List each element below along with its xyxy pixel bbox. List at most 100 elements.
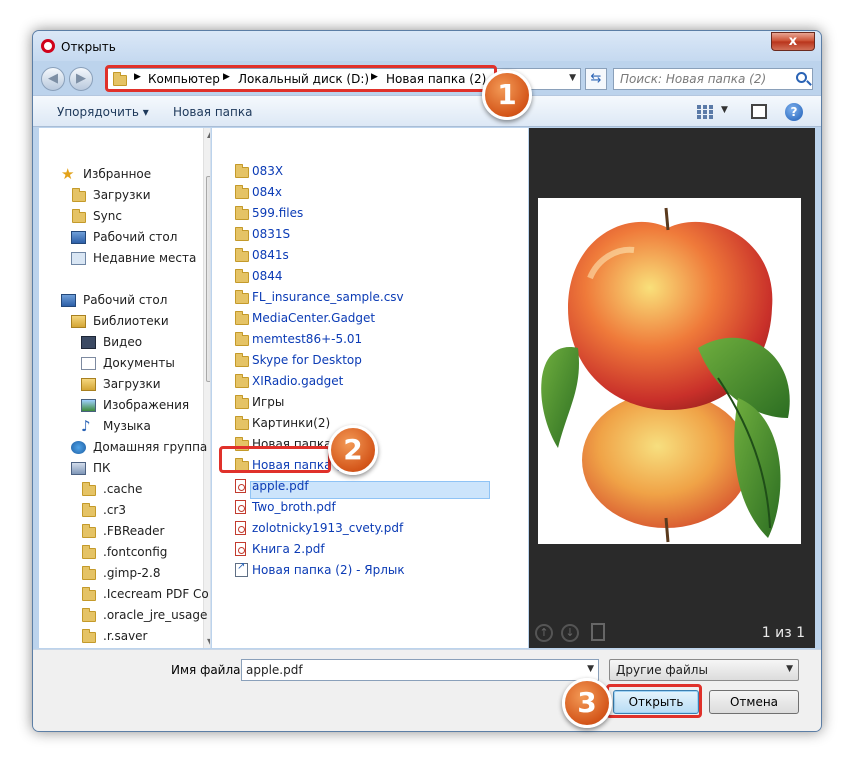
folder-icon <box>235 248 249 262</box>
cancel-button[interactable]: Отмена <box>709 690 799 714</box>
chevron-down-icon[interactable]: ▼ <box>786 664 793 674</box>
image-icon <box>81 399 96 412</box>
folder-icon <box>235 269 249 283</box>
computer-icon <box>71 462 86 475</box>
step-badge-1: 1 <box>482 70 532 120</box>
new-folder-button[interactable]: Новая папка <box>173 105 252 119</box>
sidebar-item-label: Рабочий стол <box>93 230 178 244</box>
chevron-down-icon[interactable]: ▼ <box>587 664 594 674</box>
search-icon[interactable] <box>796 72 807 83</box>
shortcut-icon <box>235 561 248 577</box>
sidebar-item-label: .FBReader <box>103 524 165 538</box>
sidebar-item-label: Документы <box>103 356 175 370</box>
sidebar-item-label: Рабочий стол <box>83 293 168 307</box>
filetype-select[interactable]: Другие файлы ▼ <box>609 659 799 681</box>
file-name: zolotnicky1913_cvety.pdf <box>252 521 404 535</box>
sidebar-item-label: Загрузки <box>103 377 161 391</box>
file-name: 599.files <box>252 206 304 220</box>
organize-button[interactable]: Упорядочить ▾ <box>57 105 149 119</box>
pdf-icon <box>235 542 246 556</box>
sidebar-item-label: .cr3 <box>103 503 126 517</box>
filename-input[interactable]: apple.pdf ▼ <box>241 659 599 681</box>
forward-button[interactable]: ▶ <box>69 67 93 91</box>
sidebar-item-label: Загрузки <box>93 188 151 202</box>
pdf-icon <box>235 500 246 514</box>
prev-page-icon[interactable]: ↑ <box>535 624 553 642</box>
file-name: 0831S <box>252 227 291 241</box>
filename-value: apple.pdf <box>246 663 303 677</box>
sidebar-item-label: Библиотеки <box>93 314 169 328</box>
sidebar-item-label: Недавние места <box>93 251 197 265</box>
folder-icon <box>235 227 249 241</box>
recent-icon <box>71 252 86 265</box>
pdf-icon <box>235 479 246 493</box>
view-grid-icon[interactable] <box>697 105 713 119</box>
file-list: 083X 084x 599.files 0831S 0841s 0844 FL_insura… <box>212 128 528 648</box>
next-page-icon[interactable]: ↓ <box>561 624 579 642</box>
file-name: Skype for Desktop <box>252 353 362 367</box>
file-name: Книга 2.pdf <box>252 542 325 556</box>
chevron-down-icon[interactable]: ▼ <box>569 73 576 83</box>
scroll-down-icon[interactable]: ▼ <box>207 637 210 646</box>
file-name: MediaCenter.Gadget <box>252 311 376 325</box>
sidebar-item-label: .Icecream PDF Co <box>103 587 209 601</box>
downloads-icon <box>81 378 96 391</box>
folder-icon <box>82 587 96 601</box>
homegroup-icon <box>71 441 86 454</box>
desktop-icon <box>61 294 76 307</box>
folder-icon <box>235 185 249 199</box>
library-icon <box>71 315 86 328</box>
star-icon: ★ <box>61 165 75 183</box>
search-input[interactable]: Поиск: Новая папка (2) <box>613 68 813 90</box>
bottom-panel: Имя файла: apple.pdf ▼ Другие файлы ▼ От… <box>33 649 821 731</box>
nav-scrollbar[interactable]: ▲ ▼ <box>203 128 210 648</box>
scroll-up-icon[interactable]: ▲ <box>207 130 210 139</box>
desktop-icon <box>71 231 86 244</box>
toolbar: Упорядочить ▾ Новая папка ▼ ? <box>33 95 821 127</box>
folder-icon <box>82 503 96 517</box>
sidebar-item-label: .fontconfig <box>103 545 168 559</box>
folder-icon <box>235 311 249 325</box>
refresh-button[interactable]: ⇆ <box>585 68 607 90</box>
close-button[interactable]: x <box>771 32 815 51</box>
sidebar-item-label: Видео <box>103 335 143 349</box>
chevron-down-icon[interactable]: ▼ <box>721 105 728 115</box>
video-icon <box>81 336 96 349</box>
navigation-pane: ▲ ▼ ★ Избранное Загрузки Sync Рабочий стол Не… <box>39 128 211 648</box>
page-indicator: 1 из 1 <box>761 625 805 641</box>
folder-icon <box>82 524 96 538</box>
file-name: Картинки(2) <box>252 416 331 430</box>
document-icon <box>591 623 605 641</box>
folder-icon <box>235 353 249 367</box>
file-name: 083X <box>252 164 284 178</box>
file-name: 0841s <box>252 248 289 262</box>
window-title: Открыть <box>61 40 116 54</box>
folder-icon <box>82 482 96 496</box>
help-icon[interactable]: ? <box>785 103 803 121</box>
sidebar-item-label: .oracle_jre_usage <box>103 608 208 622</box>
scroll-thumb[interactable] <box>206 176 210 382</box>
open-file-dialog: Открыть x ◀ ▶ ▶ Компьютер ▶ Локальный ди… <box>32 30 822 732</box>
folder-icon <box>82 629 96 643</box>
file-name: apple.pdf <box>252 479 309 493</box>
preview-pane: ↑ ↓ 1 из 1 <box>529 128 815 648</box>
file-name: Новая папка (2) - Ярлык <box>252 563 405 577</box>
filename-label: Имя файла: <box>171 663 245 677</box>
file-name: XIRadio.gadget <box>252 374 344 388</box>
back-button[interactable]: ◀ <box>41 67 65 91</box>
step-badge-3: 3 <box>562 678 612 728</box>
view-controls: ▼ ? <box>697 102 807 122</box>
preview-pane-icon[interactable] <box>751 104 767 119</box>
sidebar-item-label: .cache <box>103 482 143 496</box>
sidebar-item-label: .gimp-2.8 <box>103 566 161 580</box>
sidebar-item-label: Изображения <box>103 398 190 412</box>
preview-footer: ↑ ↓ 1 из 1 <box>529 618 815 648</box>
file-name: 084x <box>252 185 283 199</box>
sidebar-item-label: Музыка <box>103 419 151 433</box>
file-name: FL_insurance_sample.csv <box>252 290 404 304</box>
pdf-icon <box>235 521 246 535</box>
address-highlight <box>105 65 497 92</box>
file-name: 0844 <box>252 269 283 283</box>
file-name: Игры <box>252 395 285 409</box>
document-icon <box>81 357 96 370</box>
